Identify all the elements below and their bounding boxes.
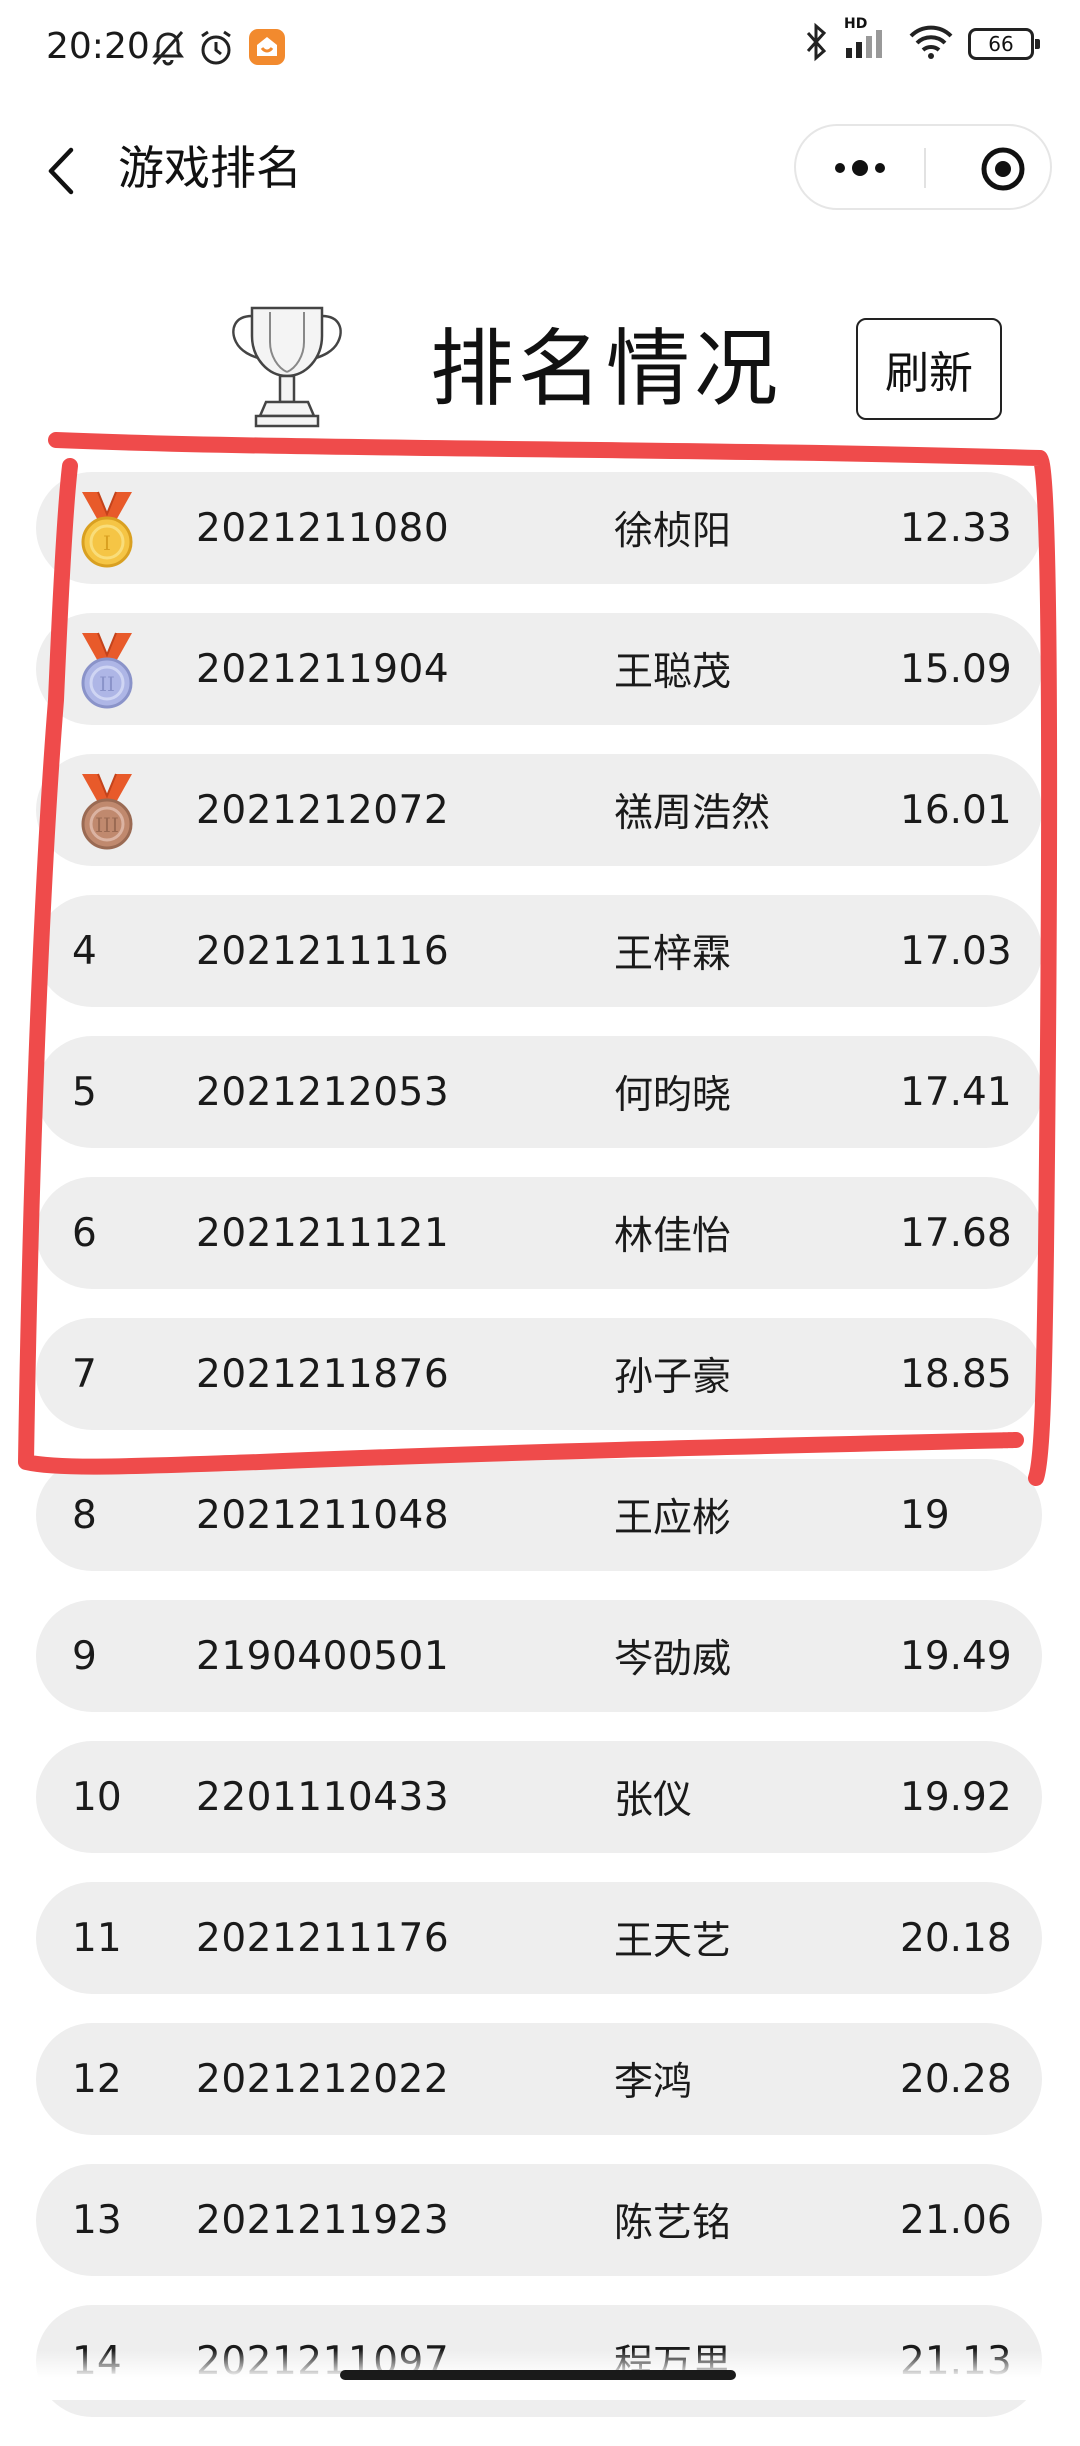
- ranking-row: 4 2021211116 王梓霖 17.03: [36, 895, 1042, 1007]
- battery-icon: 66: [968, 28, 1040, 60]
- ranking-row: III 2021212072 禚周浩然 16.01: [36, 754, 1042, 866]
- player-id: 2021212053: [196, 1069, 450, 1115]
- ranking-row: 9 2190400501 岑劭威 19.49: [36, 1600, 1042, 1712]
- player-id: 2021211080: [196, 505, 450, 551]
- player-name: 李鸿: [614, 2060, 693, 2105]
- player-score: 19.49: [900, 1633, 1012, 1679]
- ranking-row: 12 2021212022 李鸿 20.28: [36, 2023, 1042, 2135]
- player-id: 2021211923: [196, 2197, 450, 2243]
- player-id: 2021211121: [196, 1210, 450, 1256]
- ranking-row: 6 2021211121 林佳怡 17.68: [36, 1177, 1042, 1289]
- rank-number: 7: [72, 1351, 97, 1397]
- player-name: 王应彬: [614, 1496, 732, 1541]
- medal-numeral: II: [99, 672, 115, 696]
- player-score: 18.85: [900, 1351, 1012, 1397]
- rank-number: 13: [72, 2197, 122, 2243]
- player-score: 21.06: [900, 2197, 1012, 2243]
- player-score: 17.68: [900, 1210, 1012, 1256]
- alarm-icon: [196, 28, 236, 72]
- player-id: 2021212022: [196, 2056, 450, 2102]
- player-id: 2201110433: [196, 1774, 450, 1820]
- home-indicator[interactable]: [340, 2370, 736, 2380]
- ranking-row: 5 2021212053 何昀晓 17.41: [36, 1036, 1042, 1148]
- player-id: 2021211116: [196, 928, 450, 974]
- medal-numeral: I: [103, 531, 111, 555]
- ranking-row: 8 2021211048 王应彬 19: [36, 1459, 1042, 1571]
- ranking-row: 10 2201110433 张仪 19.92: [36, 1741, 1042, 1853]
- rank-number: 6: [72, 1210, 97, 1256]
- player-id: 2021212072: [196, 787, 450, 833]
- player-name: 禚周浩然: [614, 791, 771, 836]
- close-target-icon: [981, 147, 1025, 191]
- status-bar: 20:20 HD 66: [0, 0, 1080, 100]
- rank-number: 8: [72, 1492, 97, 1538]
- player-id: 2021211876: [196, 1351, 450, 1397]
- ranking-row: 11 2021211176 王天艺 20.18: [36, 1882, 1042, 1994]
- player-score: 19: [900, 1492, 950, 1538]
- player-name: 徐桢阳: [614, 509, 732, 554]
- player-name: 陈艺铭: [614, 2201, 732, 2246]
- player-score: 16.01: [900, 787, 1012, 833]
- ranking-row: II 2021211904 王聪茂 15.09: [36, 613, 1042, 725]
- player-id: 2021211904: [196, 646, 450, 692]
- app-notification-icon: [248, 28, 286, 70]
- bluetooth-icon: [802, 22, 830, 66]
- rank-number: 4: [72, 928, 97, 974]
- player-score: 17.41: [900, 1069, 1012, 1115]
- player-name: 林佳怡: [614, 1214, 732, 1259]
- ranking-list: I 2021211080 徐桢阳 12.33 II 2021211904 王聪茂 15.09 I…: [36, 472, 1042, 2446]
- player-name: 王天艺: [614, 1919, 732, 1964]
- page-heading: 排名情况: [430, 320, 783, 418]
- back-arrow-icon: [48, 147, 74, 195]
- player-name: 王梓霖: [614, 932, 732, 977]
- back-button[interactable]: [36, 136, 86, 206]
- rank-number: 11: [72, 1915, 122, 1961]
- ranking-row: I 2021211080 徐桢阳 12.33: [36, 472, 1042, 584]
- more-icon: [835, 160, 885, 176]
- rank-number: 5: [72, 1069, 97, 1115]
- rank-number: 10: [72, 1774, 122, 1820]
- mute-bell-icon: [148, 28, 188, 72]
- rank-number: 12: [72, 2056, 122, 2102]
- mini-program-capsule: [794, 124, 1052, 210]
- medal-numeral: III: [95, 813, 119, 837]
- rank-number: 9: [72, 1633, 97, 1679]
- player-name: 王聪茂: [614, 650, 732, 695]
- player-id: 2021211048: [196, 1492, 450, 1538]
- player-id: 2021211176: [196, 1915, 450, 1961]
- trophy-icon: [232, 306, 342, 428]
- nav-title: 游戏排名: [118, 141, 302, 195]
- silver-medal-icon: II: [78, 631, 136, 711]
- close-button[interactable]: [978, 144, 1028, 194]
- player-name: 孙子豪: [614, 1355, 732, 1400]
- status-time: 20:20: [46, 26, 150, 67]
- player-id: 2190400501: [196, 1633, 450, 1679]
- player-score: 19.92: [900, 1774, 1012, 1820]
- network-tag: HD: [844, 16, 868, 32]
- ranking-row: 7 2021211876 孙子豪 18.85: [36, 1318, 1042, 1430]
- nav-bar: 游戏排名: [0, 110, 1080, 230]
- bronze-medal-icon: III: [78, 772, 136, 852]
- player-score: 12.33: [900, 505, 1012, 551]
- gold-medal-icon: I: [78, 490, 136, 570]
- player-name: 张仪: [614, 1778, 693, 1823]
- wifi-icon: [908, 22, 954, 66]
- refresh-button[interactable]: 刷新: [856, 318, 1002, 420]
- player-name: 何昀晓: [614, 1073, 732, 1118]
- player-name: 岑劭威: [614, 1637, 732, 1682]
- player-score: 17.03: [900, 928, 1012, 974]
- signal-icon: HD: [844, 16, 894, 66]
- capsule-divider: [924, 148, 926, 188]
- ranking-header: 排名情况 刷新: [0, 290, 1080, 440]
- player-score: 20.28: [900, 2056, 1012, 2102]
- player-score: 15.09: [900, 646, 1012, 692]
- more-button[interactable]: [826, 146, 894, 190]
- ranking-row: 13 2021211923 陈艺铭 21.06: [36, 2164, 1042, 2276]
- player-score: 20.18: [900, 1915, 1012, 1961]
- status-right-icons: HD 66: [802, 16, 1040, 66]
